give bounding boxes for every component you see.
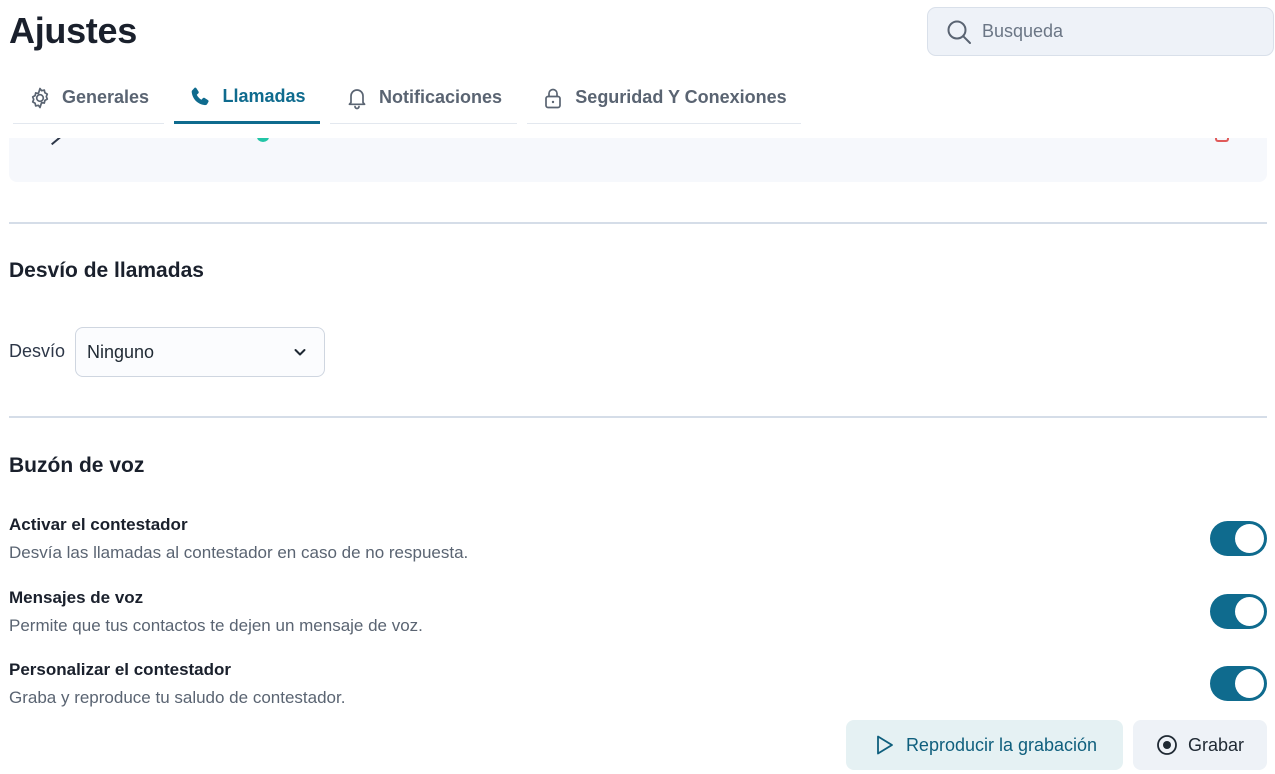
setting-description: Graba y reproduce tu saludo de contestad… xyxy=(9,688,346,707)
setting-activar-contestador: Activar el contestador Desvía las llamad… xyxy=(9,515,468,563)
forwarding-label: Desvío xyxy=(9,341,66,361)
setting-personalizar-contestador: Personalizar el contestador Graba y repr… xyxy=(9,660,345,708)
setting-title: Mensajes de voz xyxy=(9,588,144,607)
setting-description: Desvía las llamadas al contestador en ca… xyxy=(9,543,469,562)
settings-page: Ajustes Generales Llamadas Not xyxy=(0,0,1275,774)
tab-generales[interactable]: Generales xyxy=(13,72,164,124)
tab-llamadas[interactable]: Llamadas xyxy=(174,72,320,124)
toggle-knob xyxy=(1235,524,1264,553)
tab-seguridad-y-conexiones[interactable]: Seguridad Y Conexiones xyxy=(527,72,801,124)
record-icon xyxy=(1157,735,1177,755)
tab-label: Seguridad Y Conexiones xyxy=(575,87,787,107)
status-dot xyxy=(257,138,269,142)
delete-icon xyxy=(1215,138,1229,142)
voicemail-section-title: Buzón de voz xyxy=(9,454,145,477)
divider xyxy=(9,416,1267,418)
setting-title: Personalizar el contestador xyxy=(9,660,232,679)
lock-icon xyxy=(545,88,562,108)
setting-title: Activar el contestador xyxy=(9,515,188,534)
page-title: Ajustes xyxy=(9,10,137,51)
tab-label: Notificaciones xyxy=(378,87,503,107)
edit-icon xyxy=(48,138,62,146)
tab-notificaciones[interactable]: Notificaciones xyxy=(330,72,517,124)
settings-tabs: Generales Llamadas Notificaciones Seguri… xyxy=(13,72,801,124)
tab-label: Llamadas xyxy=(222,86,306,106)
search-box[interactable] xyxy=(927,7,1274,56)
divider xyxy=(9,222,1267,224)
toggle-activar-contestador[interactable] xyxy=(1210,521,1267,556)
record-label: Grabar xyxy=(1187,734,1245,755)
setting-description: Permite que tus contactos te dejen un me… xyxy=(9,616,423,635)
record-button[interactable]: Grabar xyxy=(1133,720,1267,770)
search-icon xyxy=(947,20,971,44)
gear-icon xyxy=(31,87,49,108)
play-recording-label: Reproducir la grabación xyxy=(905,734,1098,755)
forwarding-section-title: Desvío de llamadas xyxy=(9,259,204,282)
chevron-down-icon xyxy=(294,349,306,356)
tab-label: Generales xyxy=(61,87,150,107)
phone-icon xyxy=(192,87,210,105)
bell-icon xyxy=(348,88,366,109)
search-input[interactable] xyxy=(982,21,1262,42)
toggle-knob xyxy=(1235,669,1264,698)
scrolled-card xyxy=(9,138,1267,182)
play-recording-button[interactable]: Reproducir la grabación xyxy=(846,720,1123,770)
play-icon xyxy=(877,735,893,755)
toggle-knob xyxy=(1235,597,1264,626)
toggle-personalizar-contestador[interactable] xyxy=(1210,666,1267,701)
forwarding-select[interactable]: Ninguno xyxy=(75,327,325,377)
setting-mensajes-de-voz: Mensajes de voz Permite que tus contacto… xyxy=(9,588,423,636)
toggle-mensajes-de-voz[interactable] xyxy=(1210,594,1267,629)
forwarding-select-value: Ninguno xyxy=(87,341,155,362)
